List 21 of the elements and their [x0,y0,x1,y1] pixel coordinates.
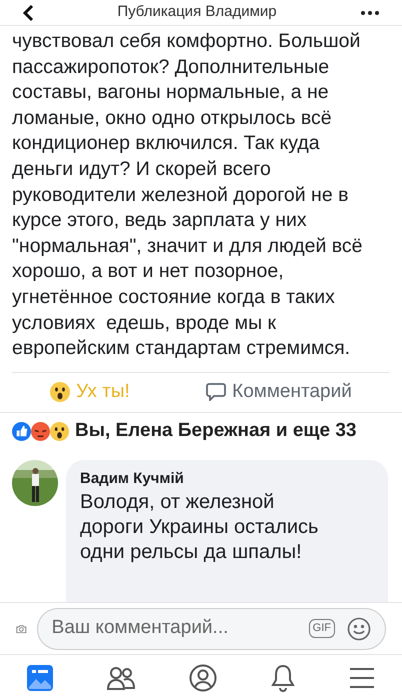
menu-icon [349,666,375,688]
page-title: Публикация Владимир [117,2,277,22]
profile-icon [189,664,217,692]
smiley-icon[interactable] [347,616,371,640]
news-feed-icon [27,664,53,690]
like-emoji-icon [12,422,31,441]
bell-icon [271,664,295,692]
gif-button[interactable]: GIF [308,619,335,638]
comment-text: Володя, от железной дороги Украины остались одни рельсы да шпалы! [80,490,320,566]
speech-bubble-icon [206,383,226,402]
more-icon[interactable] [360,10,380,16]
post-text: чувствовал себя комфортно. Большой пассажиропоток? Дополнительные составы, вагоны нормальные, а не ломаные, окно одно открылось всё кондиционер включился. Так куда деньги идут? И скорей всего руководители железной дорогой не в курсе этого, ведь зарплата у них "нормальная", значит и для людей всё хорошо, а вот и нет позорное, угнетённое состояние когда в таких условиях едешь, вроде мы к европейским стандартам стремимся. [11,29,364,362]
comment-field[interactable]: Ваш комментарий... GIF [36,608,386,650]
reactions-summary[interactable]: Вы, Елена Бережная и еще 33 [75,416,356,446]
angry-emoji-icon [31,422,50,441]
wow-emoji-icon [50,422,69,441]
comment-button[interactable]: Комментарий [206,378,352,406]
friends-icon [107,664,135,690]
back-icon[interactable] [22,4,34,22]
wow-emoji-icon [50,382,70,402]
comment-author[interactable]: Вадим Кучмій [80,468,374,490]
